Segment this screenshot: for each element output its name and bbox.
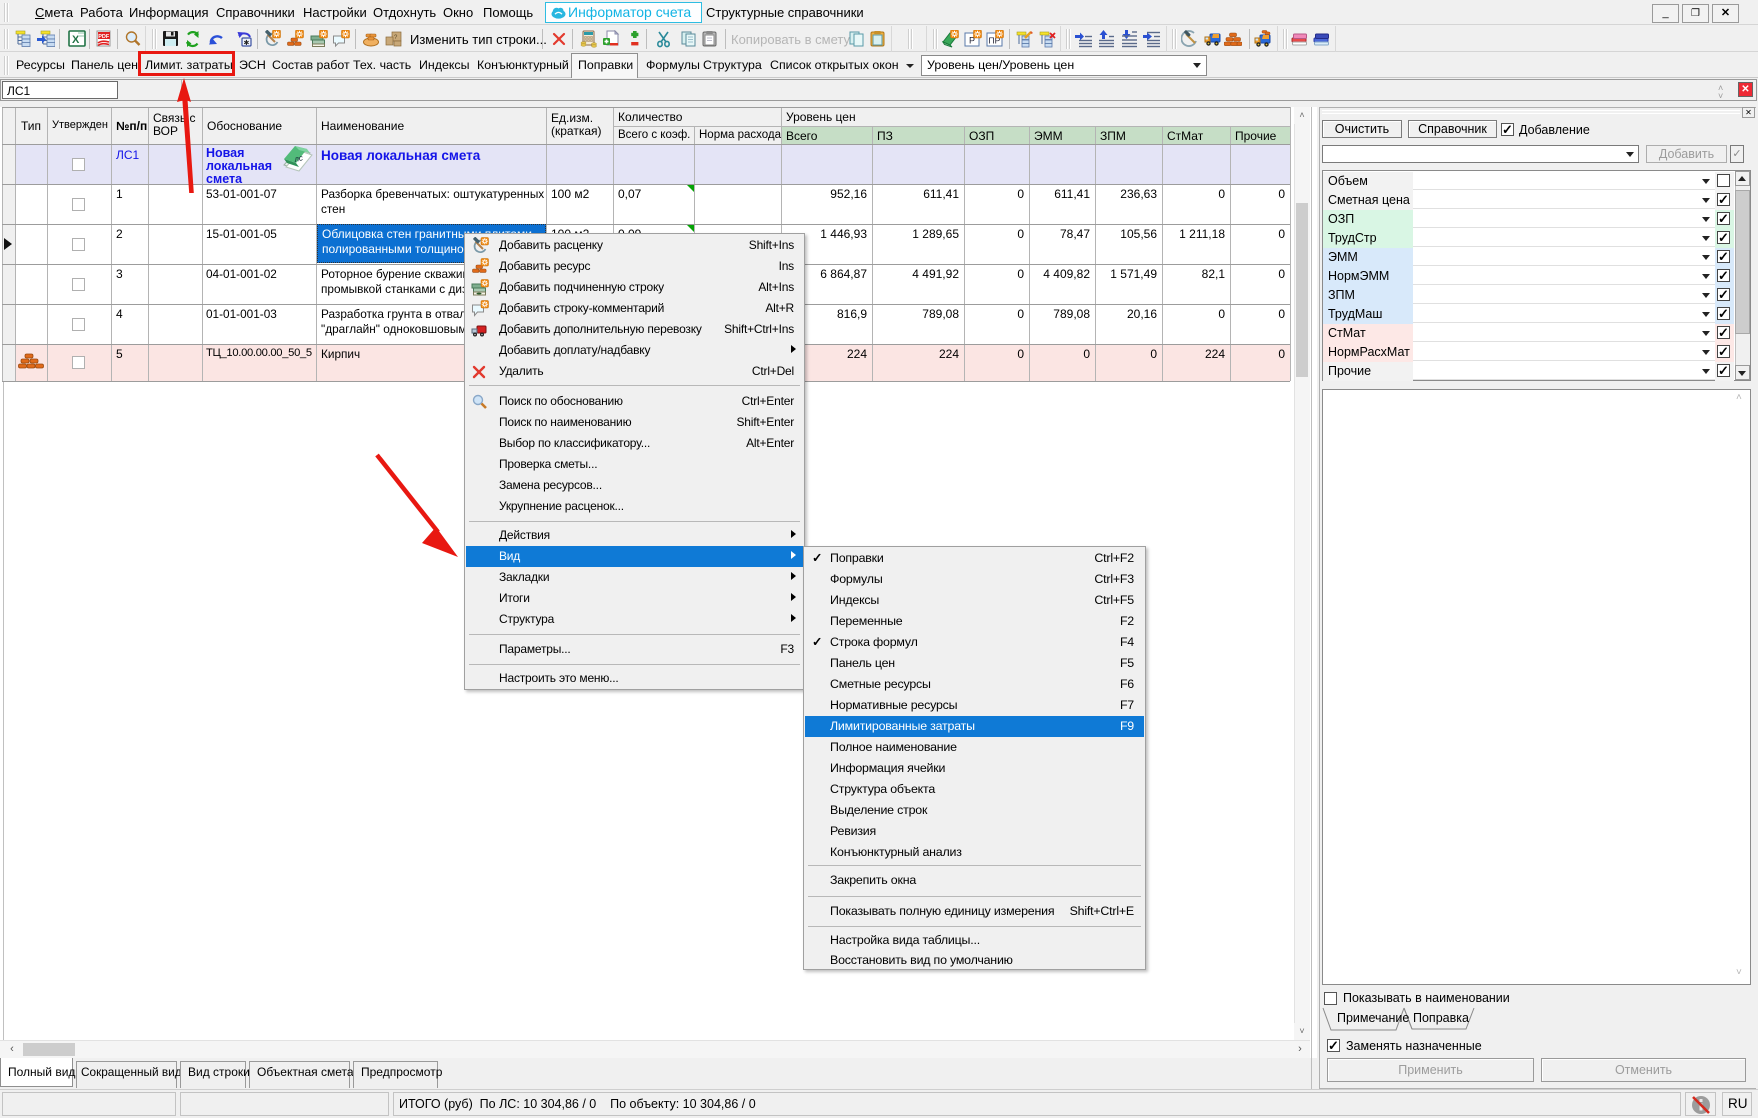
svg-text:PDF: PDF (98, 34, 110, 40)
svg-text:✱: ✱ (244, 39, 250, 47)
